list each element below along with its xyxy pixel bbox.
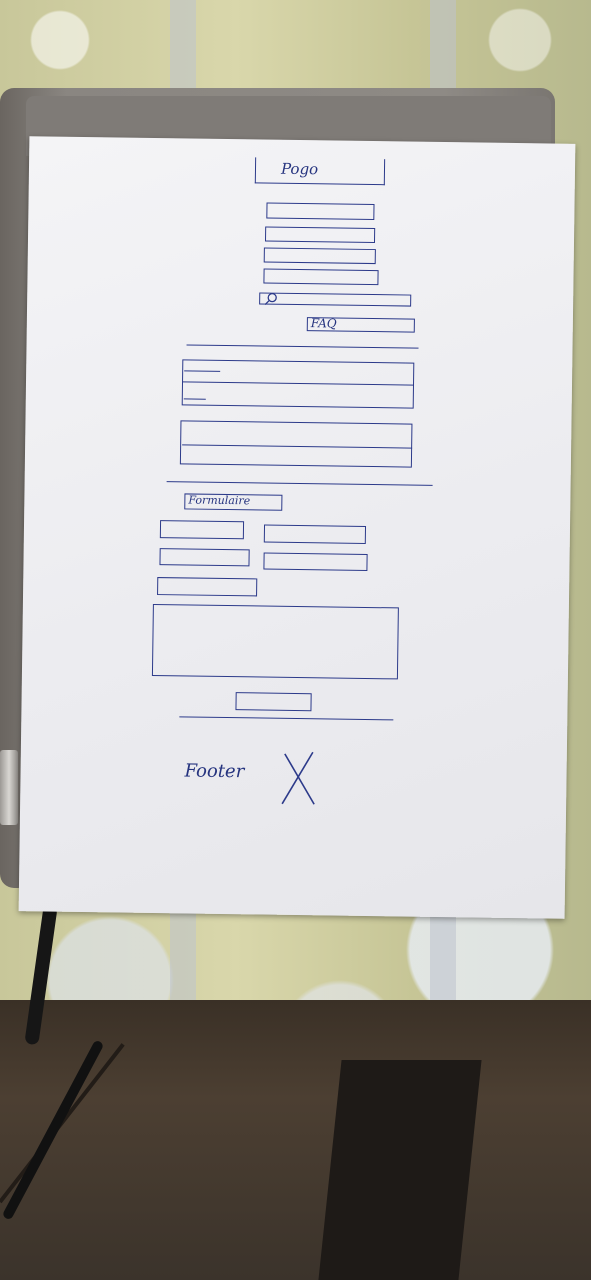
nav-item-box: [266, 202, 375, 221]
floor-shadow: [318, 1060, 482, 1280]
nav-item-box: [263, 268, 379, 286]
section-divider: [186, 344, 419, 349]
form-field-box: [159, 548, 250, 567]
nav-item-box: [264, 226, 376, 244]
form-field-box: [159, 520, 245, 540]
form-field-box: [263, 524, 367, 544]
logo-label: Pogo: [280, 159, 319, 179]
logo-placeholder: [254, 157, 386, 186]
section-divider: [179, 716, 394, 721]
form-field-box: [263, 552, 368, 571]
submit-button-box: [235, 692, 312, 712]
sketch-paper: Pogo FAQ Formulaire Footer: [18, 136, 576, 919]
nav-item-box: [263, 247, 376, 265]
form-label: Formulaire: [188, 493, 251, 508]
floor: [0, 1000, 591, 1280]
search-icon: [264, 292, 277, 305]
footer-label: Footer: [184, 760, 245, 783]
form-field-box: [157, 577, 258, 597]
cross-mark-icon: [281, 751, 315, 805]
laptop-hinge: [0, 750, 18, 825]
section-divider: [166, 481, 433, 486]
faq-label: FAQ: [310, 316, 337, 331]
search-bar-box: [259, 292, 412, 307]
form-textarea-box: [151, 603, 399, 680]
